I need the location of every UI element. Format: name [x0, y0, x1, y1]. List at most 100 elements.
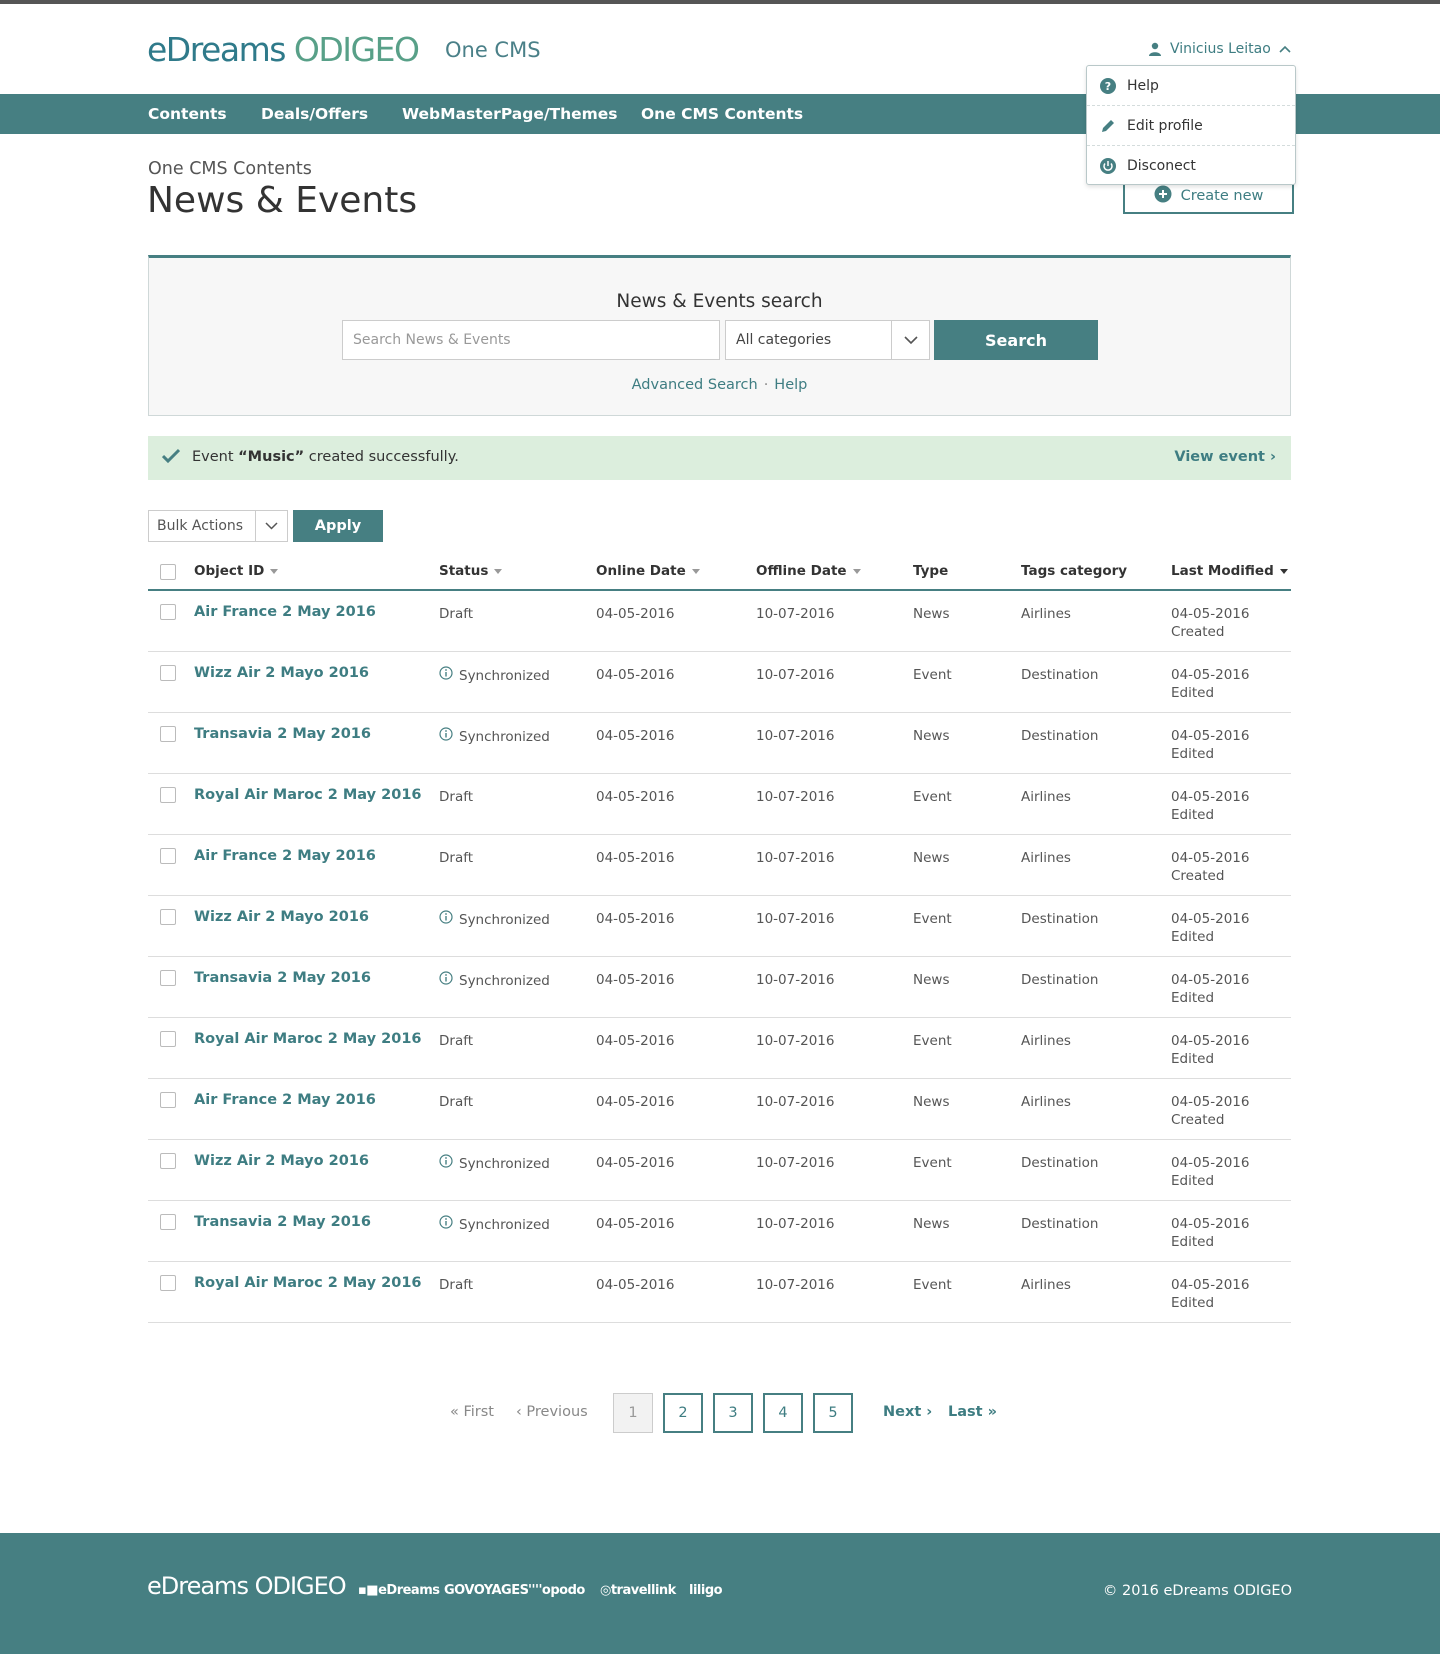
- object-id-link[interactable]: Wizz Air 2 Mayo 2016: [194, 908, 369, 926]
- object-id-link[interactable]: Transavia 2 May 2016: [194, 969, 371, 987]
- column-header-label: Type: [913, 563, 949, 579]
- object-id-link[interactable]: Air France 2 May 2016: [194, 847, 376, 865]
- news-events-table: Object ID Status Online Date Offline Dat…: [148, 553, 1291, 1323]
- row-checkbox[interactable]: [160, 604, 176, 620]
- pagination: « First ‹ Previous 1 2 3 4 5 Next › Last…: [0, 1393, 1440, 1433]
- column-header-last-modified[interactable]: Last Modified: [1171, 563, 1288, 579]
- pagination-last[interactable]: Last »: [948, 1404, 997, 1420]
- menu-item-edit-profile[interactable]: Edit profile: [1087, 106, 1295, 146]
- nav-item-contents[interactable]: Contents: [148, 94, 227, 134]
- category-value: All categories: [736, 332, 832, 348]
- chevron-down-icon[interactable]: [255, 511, 287, 541]
- pagination-first[interactable]: « First: [450, 1404, 494, 1420]
- menu-item-disconnect[interactable]: Disconect: [1087, 146, 1295, 186]
- row-checkbox[interactable]: [160, 909, 176, 925]
- pagination-page-5[interactable]: 5: [813, 1393, 853, 1433]
- row-checkbox[interactable]: [160, 1031, 176, 1047]
- last-modified-cell: 04-05-2016 Edited: [1171, 1032, 1249, 1068]
- nav-item-deals-offers[interactable]: Deals/Offers: [261, 94, 368, 134]
- column-header-offline-date[interactable]: Offline Date: [756, 563, 861, 579]
- link-separator: ·: [763, 377, 769, 393]
- online-date-cell: 04-05-2016: [596, 972, 675, 988]
- object-id-link[interactable]: Royal Air Maroc 2 May 2016: [194, 786, 422, 804]
- last-modified-action: Edited: [1171, 807, 1215, 823]
- user-icon: [1148, 42, 1162, 56]
- object-id-link[interactable]: Wizz Air 2 Mayo 2016: [194, 1152, 369, 1170]
- user-dropdown-menu: ? Help Edit profile Disconect: [1086, 65, 1296, 185]
- user-menu-toggle[interactable]: Vinicius Leitao: [1148, 41, 1291, 57]
- object-id-link[interactable]: Air France 2 May 2016: [194, 1091, 376, 1109]
- info-icon[interactable]: [439, 1154, 453, 1173]
- apply-button[interactable]: Apply: [293, 510, 383, 542]
- row-checkbox[interactable]: [160, 1275, 176, 1291]
- tags-category-cell: Airlines: [1021, 850, 1071, 866]
- row-checkbox[interactable]: [160, 970, 176, 986]
- row-checkbox[interactable]: [160, 1214, 176, 1230]
- pagination-page-3[interactable]: 3: [713, 1393, 753, 1433]
- column-header-status[interactable]: Status: [439, 563, 503, 579]
- table-row: Wizz Air 2 Mayo 2016 Synchronized 04-05-20…: [148, 652, 1291, 713]
- object-id-link[interactable]: Wizz Air 2 Mayo 2016: [194, 664, 369, 682]
- view-event-link[interactable]: View event ›: [1174, 449, 1276, 465]
- object-id-link[interactable]: Royal Air Maroc 2 May 2016: [194, 1274, 422, 1292]
- last-modified-cell: 04-05-2016 Created: [1171, 849, 1249, 885]
- brand-logo-liligo: liligo: [689, 1583, 723, 1598]
- pagination-page-4[interactable]: 4: [763, 1393, 803, 1433]
- info-icon[interactable]: [439, 1215, 453, 1234]
- pagination-previous[interactable]: ‹ Previous: [516, 1404, 588, 1420]
- status-cell: Draft: [439, 1094, 474, 1110]
- info-icon[interactable]: [439, 666, 453, 685]
- menu-item-help[interactable]: ? Help: [1087, 66, 1295, 106]
- search-input[interactable]: [342, 320, 720, 360]
- last-modified-cell: 04-05-2016 Created: [1171, 605, 1249, 641]
- search-button[interactable]: Search: [934, 320, 1098, 360]
- bulk-actions-select[interactable]: Bulk Actions: [148, 510, 288, 542]
- row-checkbox[interactable]: [160, 787, 176, 803]
- pagination-next[interactable]: Next ›: [883, 1404, 932, 1420]
- chevron-down-icon[interactable]: [891, 321, 929, 359]
- object-id-link[interactable]: Air France 2 May 2016: [194, 603, 376, 621]
- info-icon[interactable]: [439, 727, 453, 746]
- last-modified-action: Edited: [1171, 990, 1215, 1006]
- column-header-label: Object ID: [194, 563, 265, 579]
- search-title: News & Events search: [616, 291, 823, 312]
- pagination-page-1[interactable]: 1: [613, 1393, 653, 1433]
- column-header-object-id[interactable]: Object ID: [194, 563, 279, 579]
- column-header-online-date[interactable]: Online Date: [596, 563, 700, 579]
- object-id-link[interactable]: Royal Air Maroc 2 May 2016: [194, 1030, 422, 1048]
- online-date-cell: 04-05-2016: [596, 667, 675, 683]
- row-checkbox[interactable]: [160, 848, 176, 864]
- pagination-page-2[interactable]: 2: [663, 1393, 703, 1433]
- check-icon: [161, 448, 181, 468]
- row-checkbox[interactable]: [160, 1092, 176, 1108]
- nav-item-one-cms-contents[interactable]: One CMS Contents: [641, 94, 803, 134]
- tags-category-cell: Destination: [1021, 728, 1099, 744]
- last-modified-action: Edited: [1171, 685, 1215, 701]
- alert-prefix: Event: [192, 449, 239, 465]
- logo[interactable]: eDreams ODIGEO: [147, 30, 420, 69]
- menu-item-label: Disconect: [1127, 158, 1196, 174]
- breadcrumb[interactable]: One CMS Contents: [148, 159, 312, 179]
- row-checkbox[interactable]: [160, 1153, 176, 1169]
- search-help-link[interactable]: Help: [774, 377, 807, 393]
- nav-item-webmasterpage-themes[interactable]: WebMasterPage/Themes: [402, 94, 618, 134]
- category-select[interactable]: All categories: [725, 320, 930, 360]
- type-cell: News: [913, 728, 950, 744]
- last-modified-date: 04-05-2016: [1171, 667, 1250, 683]
- status-cell: Synchronized: [439, 1215, 550, 1234]
- power-icon: [1099, 157, 1117, 175]
- online-date-cell: 04-05-2016: [596, 1155, 675, 1171]
- info-icon[interactable]: [439, 910, 453, 929]
- advanced-search-link[interactable]: Advanced Search: [632, 377, 758, 393]
- menu-item-label: Edit profile: [1127, 117, 1203, 134]
- column-header-type: Type: [913, 563, 948, 579]
- row-checkbox[interactable]: [160, 665, 176, 681]
- tags-category-cell: Destination: [1021, 972, 1099, 988]
- table-row: Royal Air Maroc 2 May 2016 Draft 04-05-201…: [148, 1018, 1291, 1079]
- select-all-checkbox[interactable]: [160, 564, 176, 580]
- row-checkbox[interactable]: [160, 726, 176, 742]
- online-date-cell: 04-05-2016: [596, 1216, 675, 1232]
- object-id-link[interactable]: Transavia 2 May 2016: [194, 1213, 371, 1231]
- info-icon[interactable]: [439, 971, 453, 990]
- object-id-link[interactable]: Transavia 2 May 2016: [194, 725, 371, 743]
